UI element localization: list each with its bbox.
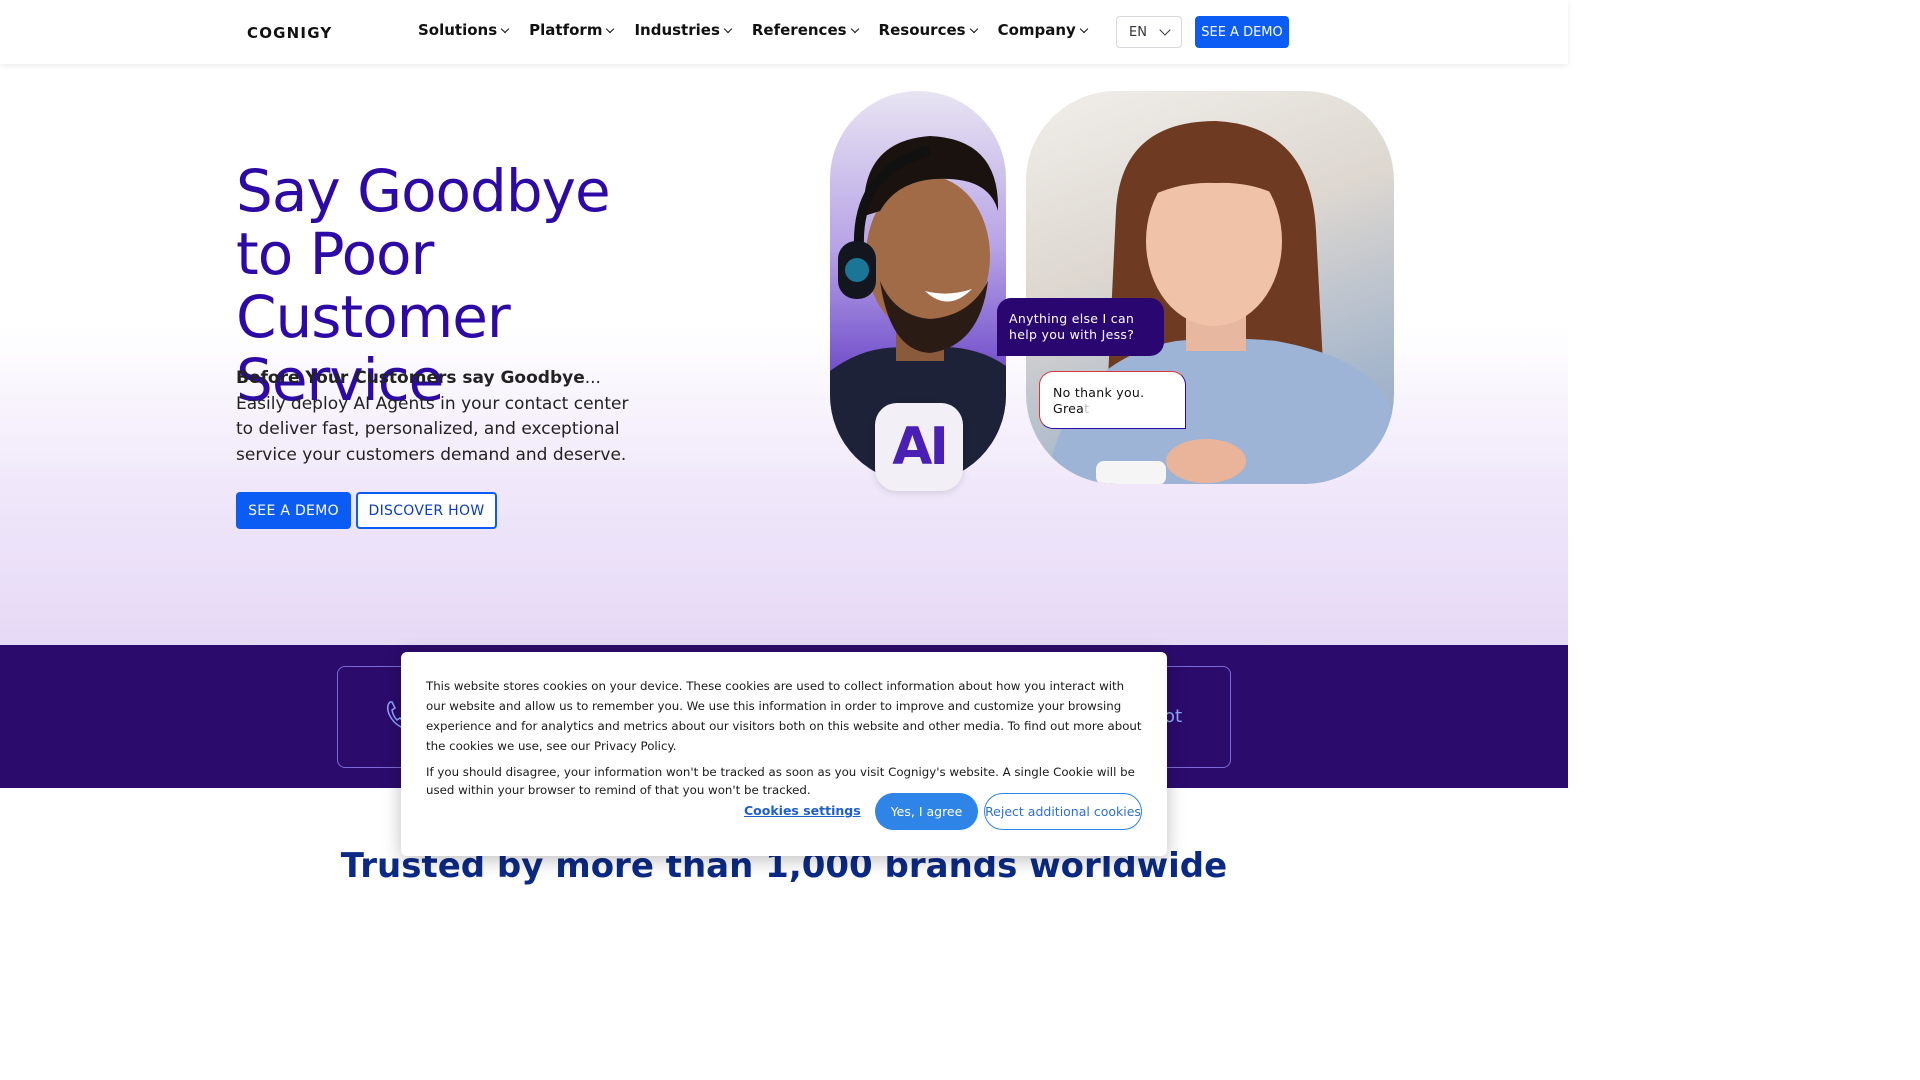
see-demo-button[interactable]: SEE A DEMO (236, 492, 351, 529)
discover-how-button[interactable]: DISCOVER HOW (356, 492, 497, 529)
chevron-down-icon (1159, 24, 1171, 36)
cookie-agree-button[interactable]: Yes, I agree (875, 793, 978, 830)
cookie-reject-button[interactable]: Reject additional cookies (984, 793, 1142, 830)
chevron-down-icon (723, 24, 733, 33)
see-demo-nav-button[interactable]: SEE A DEMO (1195, 16, 1289, 48)
cookie-settings-link[interactable]: Cookies settings (744, 803, 861, 818)
user-chat-bubble: No thank you. Great (1039, 371, 1186, 429)
chevron-down-icon (500, 24, 510, 33)
chevron-down-icon (969, 24, 978, 33)
user-typing-fade: t (1084, 401, 1090, 416)
cookie-consent-dialog: This website stores cookies on your devi… (401, 652, 1167, 856)
chevron-down-icon (1079, 24, 1089, 33)
chevron-down-icon (850, 24, 859, 33)
ai-badge: AI (875, 403, 963, 491)
user-typing-text: Great (1053, 401, 1172, 417)
language-label: EN (1129, 24, 1147, 40)
nav-item-label: Resources (878, 21, 966, 39)
main-menu: Solutions Platform Industries References… (418, 21, 1089, 39)
cognigy-logo[interactable]: COGNIGY (247, 24, 332, 42)
nav-item-label: References (751, 21, 847, 39)
cookie-text-main: This website stores cookies on your devi… (426, 679, 1142, 753)
language-selector[interactable]: EN (1116, 16, 1182, 48)
user-typing-visible: Grea (1053, 401, 1085, 416)
user-chat-text: No thank you. (1053, 385, 1145, 400)
nav-item-label: Company (997, 21, 1076, 39)
nav-item-resources[interactable]: Resources (878, 21, 978, 39)
nav-item-label: Platform (529, 21, 603, 39)
hero-subtitle: Before Your Customers say Goodbye... Eas… (236, 366, 636, 468)
nav-item-solutions[interactable]: Solutions (418, 21, 510, 39)
nav-item-label: Industries (634, 21, 720, 39)
nav-item-references[interactable]: References (751, 21, 859, 39)
nav-item-industries[interactable]: Industries (634, 21, 733, 39)
ai-chat-bubble: Anything else I can help you with Jess? (997, 298, 1164, 356)
hero-subtitle-bold: Before Your Customers say Goodbye (236, 368, 585, 388)
nav-item-platform[interactable]: Platform (529, 21, 615, 39)
nav-item-label: Solutions (418, 21, 498, 39)
nav-item-company[interactable]: Company (997, 21, 1089, 39)
chevron-down-icon (606, 24, 615, 33)
top-navigation: COGNIGY Solutions Platform Industries Re… (0, 0, 1568, 64)
